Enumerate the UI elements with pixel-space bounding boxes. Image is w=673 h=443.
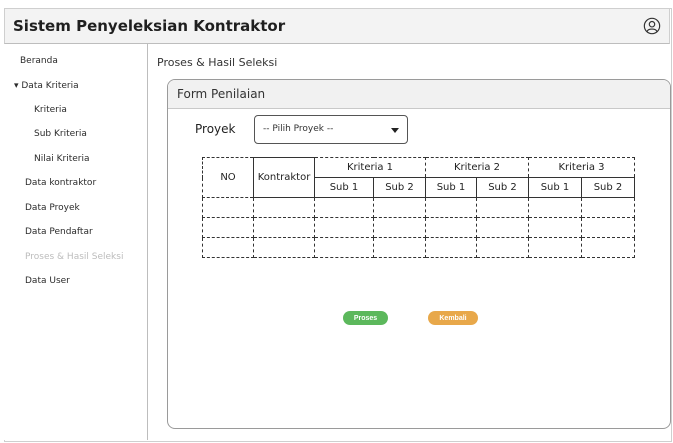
kembali-button[interactable]: Kembali — [428, 311, 478, 325]
app-title: Sistem Penyeleksian Kontraktor — [13, 17, 286, 35]
sidebar-item-kriteria[interactable]: Kriteria — [34, 105, 67, 115]
table-cell — [528, 237, 582, 258]
panel-title: Form Penilaian — [177, 87, 266, 101]
header-no: NO — [202, 157, 254, 198]
table-cell — [581, 217, 635, 238]
header-sub: Sub 2 — [581, 177, 635, 198]
table-cell — [425, 237, 477, 258]
table-cell — [528, 217, 582, 238]
header-kriteria-3: Kriteria 3 — [528, 157, 635, 178]
proyek-select[interactable]: -- Pilih Proyek -- — [254, 115, 408, 144]
table-cell — [373, 217, 426, 238]
table-cell — [373, 197, 426, 218]
sidebar-item-beranda[interactable]: Beranda — [20, 56, 58, 66]
table-cell — [202, 197, 254, 218]
proyek-select-value: -- Pilih Proyek -- — [263, 124, 334, 134]
top-bar: Sistem Penyeleksian Kontraktor — [4, 8, 670, 44]
table-cell — [425, 217, 477, 238]
table-cell — [202, 217, 254, 238]
proyek-label: Proyek — [195, 122, 236, 136]
table-cell — [581, 197, 635, 218]
sidebar: Beranda ▾ Data Kriteria Kriteria Sub Kri… — [4, 44, 148, 440]
table-cell — [314, 217, 374, 238]
table-cell — [581, 237, 635, 258]
breadcrumb: Proses & Hasil Seleksi — [157, 56, 278, 69]
penilaian-table: NO Kontraktor Kriteria 1 Kriteria 2 Krit… — [202, 157, 635, 258]
table-cell — [373, 237, 426, 258]
sidebar-item-nilai-kriteria[interactable]: Nilai Kriteria — [34, 154, 90, 164]
header-kontraktor: Kontraktor — [253, 157, 315, 198]
sidebar-item-data-kontraktor[interactable]: Data kontraktor — [25, 178, 96, 188]
table-row — [202, 237, 635, 258]
table-cell — [314, 197, 374, 218]
sidebar-item-sub-kriteria[interactable]: Sub Kriteria — [34, 129, 87, 139]
header-kriteria-1: Kriteria 1 — [314, 157, 426, 178]
header-sub: Sub 2 — [373, 177, 426, 198]
table-cell — [528, 197, 582, 218]
table-cell — [425, 197, 477, 218]
table-cell — [253, 237, 315, 258]
user-icon[interactable] — [643, 17, 661, 35]
table-cell — [314, 237, 374, 258]
table-cell — [476, 197, 529, 218]
sidebar-item-proses-hasil-seleksi[interactable]: Proses & Hasil Seleksi — [25, 252, 123, 262]
header-sub: Sub 1 — [314, 177, 374, 198]
proses-button[interactable]: Proses — [343, 311, 388, 325]
sidebar-item-data-pendaftar[interactable]: Data Pendaftar — [25, 227, 93, 237]
table-cell — [253, 217, 315, 238]
sidebar-item-data-kriteria[interactable]: ▾ Data Kriteria — [14, 81, 79, 91]
header-sub: Sub 1 — [528, 177, 582, 198]
header-sub: Sub 2 — [476, 177, 529, 198]
chevron-down-icon — [391, 128, 399, 133]
sidebar-item-data-proyek[interactable]: Data Proyek — [25, 203, 80, 213]
header-kriteria-2: Kriteria 2 — [425, 157, 529, 178]
sidebar-item-data-user[interactable]: Data User — [25, 276, 70, 286]
panel-header: Form Penilaian — [168, 80, 670, 109]
table-row — [202, 197, 635, 218]
table-cell — [476, 217, 529, 238]
table-cell — [202, 237, 254, 258]
table-row — [202, 217, 635, 238]
table-cell — [476, 237, 529, 258]
header-sub: Sub 1 — [425, 177, 477, 198]
table-cell — [253, 197, 315, 218]
